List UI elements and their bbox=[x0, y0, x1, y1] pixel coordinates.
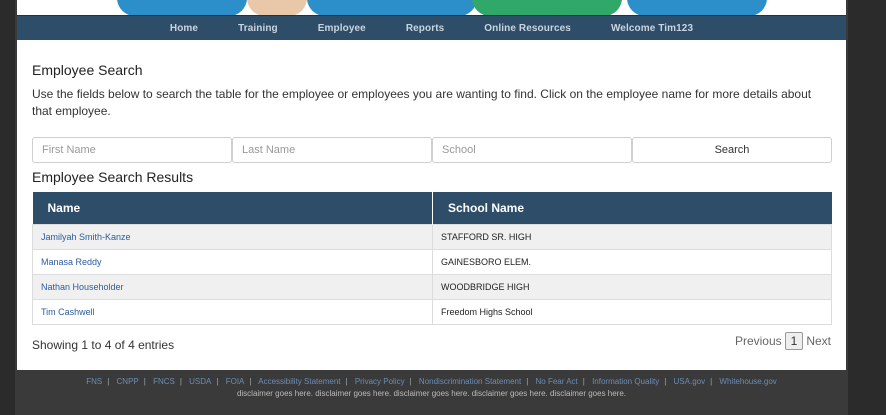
employee-link[interactable]: Jamilyah Smith-Kanze bbox=[41, 232, 131, 242]
school-cell: GAINESBORO ELEM. bbox=[432, 248, 832, 275]
footer-link-fncs[interactable]: FNCS bbox=[153, 377, 175, 386]
footer-link-no-fear-act[interactable]: No Fear Act bbox=[536, 377, 578, 386]
footer-link-fns[interactable]: FNS bbox=[86, 377, 102, 386]
footer-link-foia[interactable]: FOIA bbox=[226, 377, 245, 386]
footer-link-accessibility[interactable]: Accessibility Statement bbox=[258, 377, 340, 386]
name-cell: Jamilyah Smith-Kanze bbox=[32, 223, 433, 250]
footer-link-information-quality[interactable]: Information Quality bbox=[592, 377, 659, 386]
name-cell: Tim Cashwell bbox=[32, 298, 433, 325]
employee-link[interactable]: Nathan Householder bbox=[41, 282, 124, 292]
employee-link[interactable]: Manasa Reddy bbox=[41, 257, 102, 267]
name-cell: Nathan Householder bbox=[32, 273, 433, 300]
footer-separator: | bbox=[710, 377, 713, 386]
school-cell: STAFFORD SR. HIGH bbox=[432, 223, 832, 250]
nav-welcome-user[interactable]: Welcome Tim123 bbox=[591, 23, 713, 34]
name-cell: Manasa Reddy bbox=[32, 248, 433, 275]
table-row: Manasa Reddy GAINESBORO ELEM. bbox=[32, 248, 832, 275]
next-page-button[interactable]: Next bbox=[806, 334, 831, 348]
nav-online-resources[interactable]: Online Resources bbox=[464, 23, 591, 34]
nav-home[interactable]: Home bbox=[150, 23, 218, 34]
footer-separator: | bbox=[526, 377, 529, 386]
main-nav: Home Training Employee Reports Online Re… bbox=[17, 15, 846, 40]
page-1-button[interactable]: 1 bbox=[784, 332, 804, 350]
table-header-row: Name School Name bbox=[32, 192, 832, 224]
footer-link-usa-gov[interactable]: USA.gov bbox=[674, 377, 706, 386]
footer-separator: | bbox=[345, 377, 348, 386]
footer-link-nondiscrimination[interactable]: Nondiscrimination Statement bbox=[419, 377, 521, 386]
entries-info: Showing 1 to 4 of 4 entries bbox=[32, 338, 175, 352]
footer-links: FNS | CNPP | FNCS | USDA | FOIA | Accessibili… bbox=[17, 377, 846, 386]
footer-separator: | bbox=[409, 377, 412, 386]
footer-disclaimer: disclaimer goes here. disclaimer goes he… bbox=[236, 389, 627, 398]
page-title: Employee Search bbox=[32, 62, 143, 78]
footer-link-usda[interactable]: USDA bbox=[189, 377, 211, 386]
results-title: Employee Search Results bbox=[32, 169, 194, 185]
employee-link[interactable]: Tim Cashwell bbox=[41, 307, 95, 317]
footer-link-cnpp[interactable]: CNPP bbox=[117, 377, 139, 386]
school-cell: WOODBRIDGE HIGH bbox=[432, 273, 832, 300]
header-banner-image bbox=[17, 0, 846, 15]
school-input[interactable]: School bbox=[432, 137, 632, 163]
nav-training[interactable]: Training bbox=[218, 23, 298, 34]
main-content: Employee Search Use the fields below to … bbox=[17, 40, 846, 370]
footer-separator: | bbox=[107, 377, 110, 386]
results-table: Name School Name Jamilyah Smith-Kanze ST… bbox=[32, 192, 832, 325]
table-row: Nathan Householder WOODBRIDGE HIGH bbox=[32, 273, 832, 300]
school-cell: Freedom Highs School bbox=[432, 298, 832, 325]
column-header-name[interactable]: Name bbox=[32, 192, 433, 224]
footer-separator: | bbox=[582, 377, 585, 386]
first-name-input[interactable]: First Name bbox=[32, 137, 232, 163]
footer-separator: | bbox=[143, 377, 146, 386]
footer-link-whitehouse-gov[interactable]: Whitehouse.gov bbox=[719, 377, 776, 386]
search-button[interactable]: Search bbox=[632, 137, 832, 163]
footer: FNS | CNPP | FNCS | USDA | FOIA | Accessibili… bbox=[17, 370, 846, 415]
nav-employee[interactable]: Employee bbox=[298, 23, 386, 34]
footer-separator: | bbox=[664, 377, 667, 386]
footer-separator: | bbox=[249, 377, 252, 386]
footer-separator: | bbox=[216, 377, 219, 386]
nav-reports[interactable]: Reports bbox=[386, 23, 464, 34]
page-description: Use the fields below to search the table… bbox=[32, 87, 812, 118]
footer-separator: | bbox=[179, 377, 182, 386]
table-row: Jamilyah Smith-Kanze STAFFORD SR. HIGH bbox=[32, 223, 832, 250]
last-name-input[interactable]: Last Name bbox=[232, 137, 432, 163]
footer-link-privacy[interactable]: Privacy Policy bbox=[355, 377, 405, 386]
column-header-school[interactable]: School Name bbox=[432, 192, 832, 224]
previous-page-button[interactable]: Previous bbox=[735, 334, 782, 348]
pagination: Previous 1 Next bbox=[735, 332, 831, 350]
table-row: Tim Cashwell Freedom Highs School bbox=[32, 298, 832, 325]
